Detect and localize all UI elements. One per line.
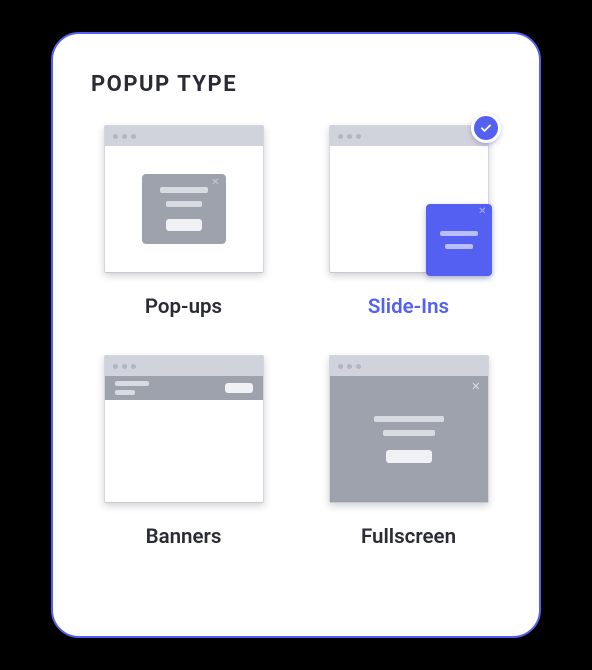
browser-body: ✕	[330, 146, 488, 272]
option-label: Fullscreen	[361, 525, 456, 549]
browser-titlebar	[105, 126, 263, 146]
option-banners[interactable]	[104, 355, 264, 503]
text-line-icon	[166, 201, 202, 207]
popup-type-panel: POPUP TYPE ✕	[51, 32, 541, 638]
option-fullscreen[interactable]: ✕	[329, 355, 489, 503]
browser-body: ✕	[105, 146, 263, 272]
browser-titlebar	[330, 356, 488, 376]
window-dot-icon	[338, 134, 343, 139]
text-line-icon	[115, 390, 135, 395]
close-icon: ✕	[478, 207, 486, 217]
option-cell-fullscreen: ✕ Fullscreen	[329, 355, 489, 567]
window-dot-icon	[122, 364, 127, 369]
fullscreen-overlay-icon: ✕	[330, 376, 488, 502]
option-cell-popups: ✕ Pop-ups	[104, 125, 264, 337]
window-dot-icon	[113, 364, 118, 369]
text-line-icon	[374, 416, 444, 422]
window-dot-icon	[122, 134, 127, 139]
option-cell-slideins: ✕ Slide-Ins	[329, 125, 489, 337]
option-label: Banners	[146, 525, 222, 549]
panel-title: POPUP TYPE	[91, 72, 501, 97]
text-lines-icon	[115, 381, 149, 395]
option-popups[interactable]: ✕	[104, 125, 264, 273]
window-dot-icon	[131, 364, 136, 369]
text-line-icon	[383, 430, 435, 436]
browser-body	[105, 376, 263, 502]
text-line-icon	[115, 381, 149, 386]
option-label: Slide-Ins	[368, 295, 449, 319]
text-line-icon	[440, 231, 478, 236]
browser-titlebar	[105, 356, 263, 376]
selected-badge	[471, 113, 501, 143]
window-dot-icon	[113, 134, 118, 139]
window-dot-icon	[356, 364, 361, 369]
window-dot-icon	[347, 364, 352, 369]
option-grid: ✕ Pop-ups	[91, 125, 501, 567]
window-dot-icon	[338, 364, 343, 369]
window-dot-icon	[347, 134, 352, 139]
browser-frame: ✕	[329, 355, 489, 503]
option-label: Pop-ups	[145, 295, 222, 319]
option-cell-banners: Banners	[104, 355, 264, 567]
window-dot-icon	[356, 134, 361, 139]
text-line-icon	[445, 244, 473, 249]
button-pill-icon	[166, 219, 202, 231]
option-slideins[interactable]: ✕	[329, 125, 489, 273]
text-line-icon	[160, 187, 208, 193]
slidein-panel-icon: ✕	[426, 204, 492, 276]
browser-frame	[104, 355, 264, 503]
button-pill-icon	[225, 383, 253, 393]
close-icon: ✕	[471, 381, 480, 392]
browser-titlebar	[330, 126, 488, 146]
browser-frame: ✕	[104, 125, 264, 273]
popup-modal-icon: ✕	[142, 174, 226, 244]
check-icon	[479, 121, 493, 135]
browser-body: ✕	[330, 376, 488, 502]
button-pill-icon	[386, 450, 432, 463]
window-dot-icon	[131, 134, 136, 139]
browser-frame: ✕	[329, 125, 489, 273]
banner-bar-icon	[105, 376, 263, 400]
close-icon: ✕	[211, 178, 219, 188]
